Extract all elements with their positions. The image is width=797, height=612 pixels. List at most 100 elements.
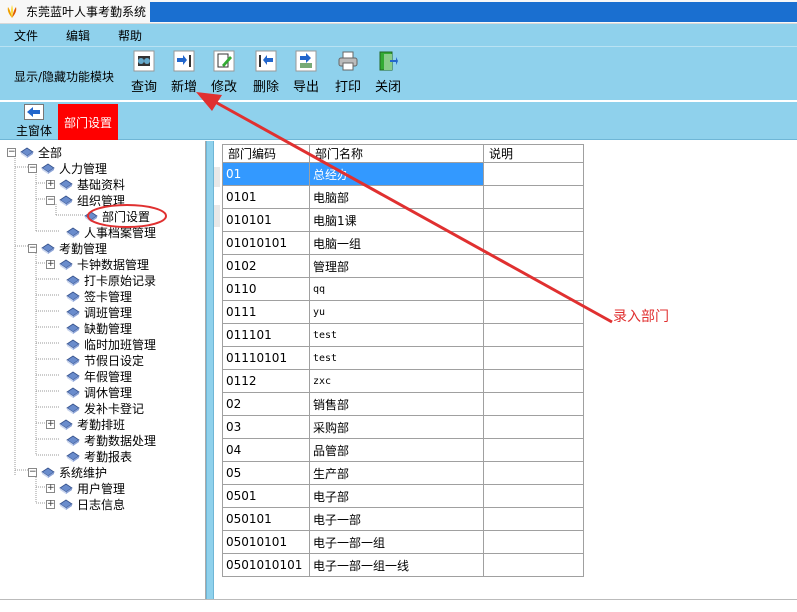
collapse-icon[interactable]: − [28,163,37,173]
cell-name[interactable]: 生产部 [309,461,484,485]
cell-code[interactable]: 0501010101 [222,553,310,577]
cell-description[interactable] [483,277,584,301]
table-row[interactable]: 05010101 电子一部一组 [222,530,584,554]
expand-icon[interactable]: + [46,499,55,509]
close-button[interactable]: 关闭 [368,50,408,98]
table-row[interactable]: 02 销售部 [222,392,584,416]
collapse-icon[interactable]: − [28,243,37,253]
cell-code[interactable]: 01 [222,162,310,186]
cell-code[interactable]: 05010101 [222,530,310,554]
cell-description[interactable] [483,231,584,255]
cell-code[interactable]: 04 [222,438,310,462]
cell-description[interactable] [483,162,584,186]
tree-node[interactable]: + 基础资料 [46,176,125,192]
tree-node[interactable]: 签卡管理 [66,288,132,304]
tree-node[interactable]: 考勤报表 [66,448,132,464]
cell-name[interactable]: 电脑一组 [309,231,484,255]
tree-node[interactable]: 打卡原始记录 [66,272,156,288]
cell-name[interactable]: 品管部 [309,438,484,462]
cell-description[interactable] [483,208,584,232]
table-row[interactable]: 0112 zxc [222,369,584,393]
table-row[interactable]: 01010101 电脑一组 [222,231,584,255]
cell-name[interactable]: 总经办 [309,162,484,186]
cell-code[interactable]: 01010101 [222,231,310,255]
cell-code[interactable]: 0112 [222,369,310,393]
cell-name[interactable]: test [309,346,484,370]
tree-node[interactable]: + 日志信息 [46,496,125,512]
cell-description[interactable] [483,254,584,278]
tree-node[interactable]: − 组织管理 [46,192,125,208]
cell-name[interactable]: 采购部 [309,415,484,439]
export-button[interactable]: 导出 [286,50,326,98]
cell-name[interactable]: yu [309,300,484,324]
tab-main-window[interactable]: 主窗体 [12,104,56,138]
tree-node[interactable]: − 人力管理 [28,160,107,176]
tree-node[interactable]: 人事档案管理 [66,224,156,240]
cell-name[interactable]: test [309,323,484,347]
tree-node[interactable]: 发补卡登记 [66,400,144,416]
menu-file[interactable]: 文件 [0,27,52,44]
table-row[interactable]: 0101 电脑部 [222,185,584,209]
table-row[interactable]: 011101 test [222,323,584,347]
table-row[interactable]: 0111 yu [222,300,584,324]
cell-code[interactable]: 02 [222,392,310,416]
cell-name[interactable]: 电子部 [309,484,484,508]
cell-code[interactable]: 0110 [222,277,310,301]
cell-name[interactable]: zxc [309,369,484,393]
cell-name[interactable]: 电脑1课 [309,208,484,232]
cell-code[interactable]: 050101 [222,507,310,531]
cell-code[interactable]: 03 [222,415,310,439]
cell-name[interactable]: qq [309,277,484,301]
table-row[interactable]: 05 生产部 [222,461,584,485]
cell-name[interactable]: 电子一部 [309,507,484,531]
cell-description[interactable] [483,507,584,531]
collapse-icon[interactable]: − [46,195,55,205]
expand-icon[interactable]: + [46,259,55,269]
add-button[interactable]: 新增 [164,50,204,98]
panel-splitter[interactable] [206,141,214,599]
column-header-code[interactable]: 部门编码 [222,144,310,163]
query-button[interactable]: 查询 [124,50,164,98]
delete-button[interactable]: 删除 [246,50,286,98]
menu-help[interactable]: 帮助 [104,27,156,44]
cell-code[interactable]: 0501 [222,484,310,508]
tree-node[interactable]: 调休管理 [66,384,132,400]
print-button[interactable]: 打印 [328,50,368,98]
tab-department-settings[interactable]: 部门设置 [58,104,118,140]
collapse-icon[interactable]: − [7,147,16,157]
cell-name[interactable]: 管理部 [309,254,484,278]
table-row[interactable]: 0501 电子部 [222,484,584,508]
cell-code[interactable]: 01110101 [222,346,310,370]
tree-node[interactable]: − 全部 [7,144,62,160]
table-row[interactable]: 01 总经办 [222,162,584,186]
tree-node[interactable]: + 用户管理 [46,480,125,496]
cell-name[interactable]: 电脑部 [309,185,484,209]
cell-description[interactable] [483,415,584,439]
expand-icon[interactable]: + [46,419,55,429]
cell-name[interactable]: 电子一部一组一线 [309,553,484,577]
cell-description[interactable] [483,185,584,209]
tree-node[interactable]: 节假日设定 [66,352,144,368]
tree-node[interactable]: + 考勤排班 [46,416,125,432]
menu-edit[interactable]: 编辑 [52,27,104,44]
expand-icon[interactable]: + [46,483,55,493]
tree-node[interactable]: − 考勤管理 [28,240,107,256]
cell-code[interactable]: 011101 [222,323,310,347]
table-row[interactable]: 03 采购部 [222,415,584,439]
edit-button[interactable]: 修改 [204,50,244,98]
toggle-module-label[interactable]: 显示/隐藏功能模块 [14,68,114,85]
tree-node[interactable]: 年假管理 [66,368,132,384]
tree-node[interactable]: 缺勤管理 [66,320,132,336]
tree-node[interactable]: − 系统维护 [28,464,107,480]
tree-node[interactable]: 部门设置 [84,208,150,224]
cell-description[interactable] [483,346,584,370]
cell-code[interactable]: 0101 [222,185,310,209]
cell-description[interactable] [483,484,584,508]
tree-node[interactable]: 调班管理 [66,304,132,320]
cell-name[interactable]: 电子一部一组 [309,530,484,554]
cell-code[interactable]: 0102 [222,254,310,278]
table-row[interactable]: 01110101 test [222,346,584,370]
cell-description[interactable] [483,300,584,324]
tree-node[interactable]: + 卡钟数据管理 [46,256,149,272]
column-header-description[interactable]: 说明 [483,144,584,163]
